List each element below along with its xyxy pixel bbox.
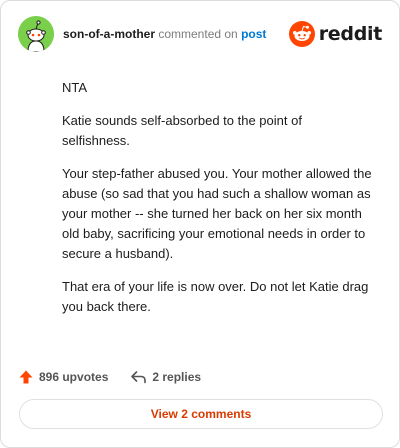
comment-header: son-of-a-mother commented on post reddit [18, 16, 382, 52]
upvote-arrow-icon [19, 370, 33, 384]
comment-attribution: son-of-a-mother commented on post [63, 27, 266, 41]
comment-body: NTA Katie sounds self-absorbed to the po… [62, 78, 372, 330]
reddit-wordmark: reddit [318, 23, 383, 45]
snoo-avatar-icon [18, 16, 54, 52]
reddit-snoo-icon [288, 21, 315, 47]
comment-paragraph: Katie sounds self-absorbed to the point … [62, 113, 302, 148]
replies-button[interactable]: 2 replies [130, 369, 201, 385]
view-comments-button[interactable]: View 2 comments [19, 399, 383, 429]
author-name[interactable]: son-of-a-mother [63, 27, 155, 41]
user-avatar[interactable] [18, 16, 54, 52]
upvote-button[interactable]: 896 upvotes [18, 369, 108, 385]
comment-card: son-of-a-mother commented on post reddit… [0, 0, 400, 448]
comment-paragraph: Your step-father abused you. Your mother… [62, 166, 372, 261]
comment-paragraph: NTA [62, 80, 88, 95]
comment-actions: 896 upvotes 2 replies [18, 367, 201, 387]
post-link[interactable]: post [241, 27, 266, 41]
reply-arrow-icon [131, 371, 147, 384]
action-text: commented on [158, 27, 238, 41]
replies-count: 2 replies [152, 370, 202, 384]
reddit-logo[interactable]: reddit [288, 21, 383, 47]
upvote-count: 896 upvotes [39, 370, 109, 384]
comment-paragraph: That era of your life is now over. Do no… [62, 279, 369, 314]
